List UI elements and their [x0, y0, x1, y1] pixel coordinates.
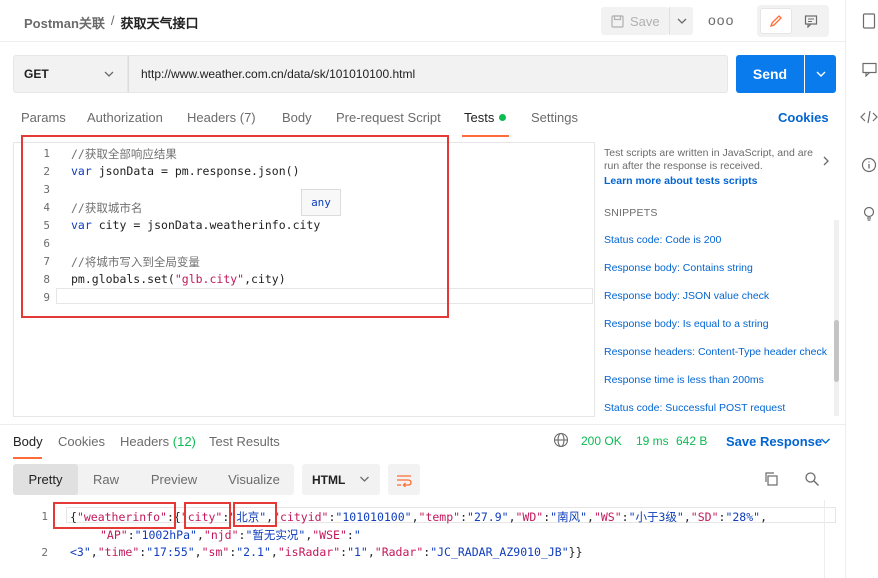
view-pretty[interactable]: Pretty: [13, 464, 78, 495]
snippets-info-text: Test scripts are written in JavaScript, …: [604, 147, 813, 172]
url-input[interactable]: http://www.weather.com.cn/data/sk/101010…: [128, 55, 728, 93]
snippets-scrollbar[interactable]: [834, 220, 839, 416]
format-value: HTML: [312, 472, 346, 487]
comment-icon: [804, 15, 818, 28]
response-tab-headers-label: Headers: [120, 434, 170, 449]
send-button[interactable]: Send: [736, 55, 804, 93]
copy-icon[interactable]: [763, 471, 779, 487]
chevron-down-icon: [816, 71, 825, 77]
method-value: GET: [24, 67, 49, 81]
save-button-label: Save: [630, 13, 660, 29]
comments-icon[interactable]: [860, 60, 878, 78]
response-tab-headers[interactable]: Headers (12): [120, 434, 196, 449]
code-icon[interactable]: [860, 108, 878, 126]
snippet-item[interactable]: Response headers: Content-Type header ch…: [604, 346, 827, 358]
response-line-number: 1: [41, 510, 48, 523]
lightbulb-icon[interactable]: [860, 204, 878, 222]
snippet-item[interactable]: Response body: Is equal to a string: [604, 318, 769, 330]
response-line-number: 2: [41, 546, 48, 559]
response-scrollbar[interactable]: [824, 500, 836, 578]
wrap-lines-button[interactable]: [388, 464, 420, 495]
response-tab-cookies[interactable]: Cookies: [58, 434, 105, 449]
tab-authorization[interactable]: Authorization: [87, 110, 163, 125]
view-raw[interactable]: Raw: [78, 464, 134, 495]
save-icon: [611, 14, 624, 28]
tab-headers[interactable]: Headers (7): [187, 110, 256, 125]
documentation-mode-button[interactable]: [795, 8, 827, 34]
view-visualize[interactable]: Visualize: [214, 464, 294, 495]
right-sidebar: [845, 0, 878, 578]
tab-params[interactable]: Params: [21, 110, 66, 125]
save-response-button[interactable]: Save Response: [726, 434, 822, 449]
more-actions-button[interactable]: ooo: [708, 12, 734, 28]
tab-tests-label: Tests: [464, 110, 495, 125]
response-status[interactable]: 200 OK: [581, 434, 622, 448]
view-preview[interactable]: Preview: [134, 464, 214, 495]
response-format-select[interactable]: HTML: [302, 464, 380, 495]
chevron-down-icon[interactable]: [820, 436, 831, 446]
breadcrumb-request-name[interactable]: 获取天气接口: [121, 13, 199, 32]
globe-icon[interactable]: [553, 432, 569, 448]
tests-indicator-dot: [499, 114, 507, 121]
active-response-tab-underline: [13, 457, 42, 459]
snippet-item[interactable]: Response body: JSON value check: [604, 290, 769, 302]
save-dropdown-button[interactable]: [669, 7, 693, 35]
chevron-down-icon: [104, 71, 114, 77]
active-tab-underline: [462, 135, 509, 137]
breadcrumb: Postman关联 / 获取天气接口: [24, 13, 199, 32]
wrap-lines-icon: [397, 474, 412, 487]
breadcrumb-separator: /: [110, 13, 115, 28]
cookies-link[interactable]: Cookies: [778, 110, 829, 125]
edit-mode-button[interactable]: [760, 8, 792, 34]
response-tab-body[interactable]: Body: [13, 434, 43, 449]
annotation-box-city-key: [184, 502, 231, 529]
pencil-icon: [769, 15, 782, 28]
tab-settings[interactable]: Settings: [531, 110, 578, 125]
snippet-item[interactable]: Response time is less than 200ms: [604, 374, 764, 386]
tab-body[interactable]: Body: [282, 110, 312, 125]
response-view-switcher: Pretty Raw Preview Visualize: [13, 464, 294, 495]
learn-tests-scripts-link[interactable]: Learn more about tests scripts: [604, 175, 757, 187]
save-button[interactable]: Save: [601, 7, 669, 35]
response-time[interactable]: 19 ms: [636, 434, 669, 448]
response-size[interactable]: 642 B: [676, 434, 707, 448]
documentation-icon[interactable]: [860, 12, 878, 30]
response-divider: [0, 424, 845, 425]
annotation-highlight-box: [21, 135, 449, 318]
annotation-box-weatherinfo: [53, 502, 176, 529]
response-code-line-wrap: "AP":"1002hPa","njd":"暂无实况","WSE":": [100, 528, 361, 542]
response-code-line: <3","time":"17:55","sm":"2.1","isRadar":…: [70, 545, 583, 559]
search-icon[interactable]: [804, 471, 820, 487]
chevron-right-icon[interactable]: [822, 155, 830, 167]
snippets-title: SNIPPETS: [604, 207, 658, 219]
info-icon[interactable]: [860, 156, 878, 174]
response-tab-test-results[interactable]: Test Results: [209, 434, 280, 449]
request-header: Postman关联 / 获取天气接口 Save ooo: [0, 0, 845, 42]
snippets-scrollbar-thumb[interactable]: [834, 320, 839, 382]
method-select[interactable]: GET: [13, 55, 128, 93]
tab-tests[interactable]: Tests: [464, 110, 507, 125]
snippet-item[interactable]: Status code: Successful POST request: [604, 402, 785, 414]
tab-pre-request-script[interactable]: Pre-request Script: [336, 110, 441, 125]
response-headers-count: (12): [172, 434, 196, 449]
annotation-box-city-value: [233, 502, 277, 527]
view-mode-toggle: [757, 5, 829, 37]
breadcrumb-workspace[interactable]: Postman关联: [24, 13, 105, 32]
send-dropdown-button[interactable]: [805, 55, 836, 93]
chevron-down-icon: [677, 18, 686, 24]
snippet-item[interactable]: Response body: Contains string: [604, 262, 753, 274]
chevron-down-icon: [360, 476, 369, 482]
request-tabs: Params Authorization Headers (7) Body Pr…: [0, 106, 845, 136]
snippets-panel: Test scripts are written in JavaScript, …: [596, 142, 842, 417]
snippet-item[interactable]: Status code: Code is 200: [604, 234, 721, 246]
